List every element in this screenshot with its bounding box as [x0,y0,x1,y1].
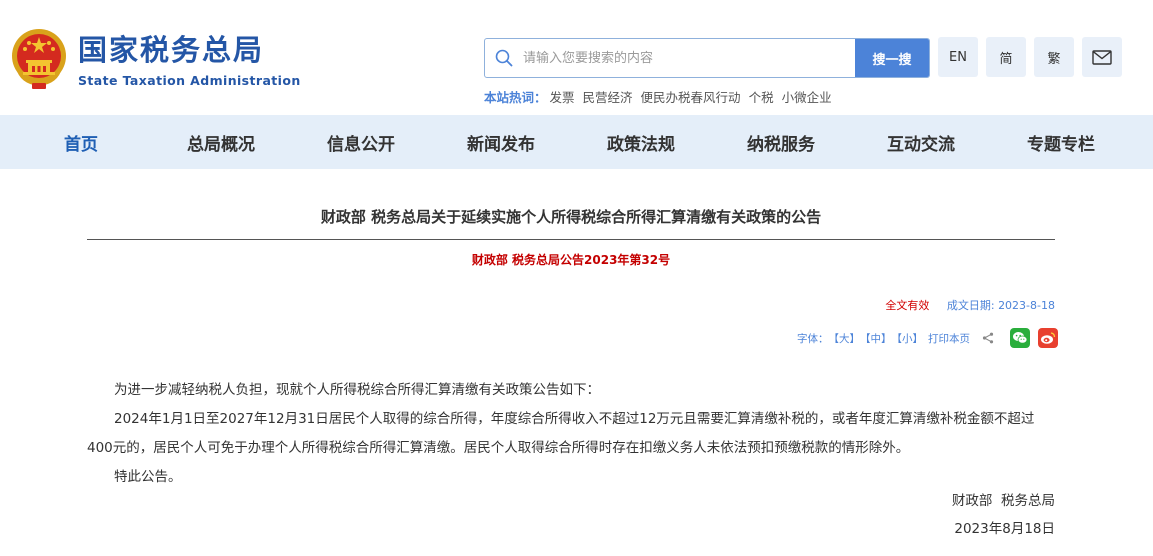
nav-home[interactable]: 首页 [21,115,141,169]
weibo-share-button[interactable] [1038,328,1058,348]
search-icon [495,49,513,67]
font-medium-button[interactable]: 【中】 [860,331,892,346]
document-number: 财政部 税务总局公告2023年第32号 [471,253,671,267]
nav-news[interactable]: 新闻发布 [441,115,561,169]
print-button[interactable]: 打印本页 [928,331,970,346]
hot-word-link[interactable]: 民营经济 [583,90,633,106]
site-name-en[interactable]: State Taxation Administration [78,73,301,89]
title-divider [87,239,1055,240]
nav-policies[interactable]: 政策法规 [581,115,701,169]
signatory: 财政部 税务总局 [951,493,1055,509]
wechat-share-button[interactable] [1010,328,1030,348]
wechat-icon [1013,332,1028,344]
article-body: 为进一步减轻纳税人负担，现就个人所得税综合所得汇算清缴有关政策公告如下： 202… [87,376,1055,492]
validity-status: 全文有效 [885,299,930,312]
font-large-button[interactable]: 【大】 [829,331,861,346]
article-title: 财政部 税务总局关于延续实施个人所得税综合所得汇算清缴有关政策的公告 [320,208,822,226]
weibo-icon [1041,332,1056,344]
date-label: 成文日期: [946,299,995,312]
article-tools: 字体： 【大】 【中】 【小】 打印本页 [797,327,1058,349]
mail-button[interactable] [1082,37,1122,77]
hot-word-link[interactable]: 便民办税春风行动 [641,90,741,106]
mail-icon [1092,49,1112,65]
site-name-cn[interactable]: 国家税务总局 [78,32,264,68]
nav-tax-service[interactable]: 纳税服务 [721,115,841,169]
hot-word-link[interactable]: 个税 [749,90,774,106]
nav-special-topics[interactable]: 专题专栏 [1001,115,1121,169]
hot-word-link[interactable]: 小微企业 [782,90,832,106]
share-icon[interactable] [982,332,994,344]
document-date: 2023-8-18 [998,299,1055,312]
sign-date: 2023年8月18日 [954,521,1055,537]
site-header: 国家税务总局 State Taxation Administration 搜一搜… [0,0,1153,115]
search-bar: 搜一搜 [484,38,930,78]
search-button[interactable]: 搜一搜 [855,39,929,77]
lang-simplified-button[interactable]: 简 [986,37,1026,77]
hot-words: 本站热词： 发票 民营经济 便民办税春风行动 个税 小微企业 [484,90,840,106]
search-input[interactable] [523,41,853,75]
main-nav: 首页 总局概况 信息公开 新闻发布 政策法规 纳税服务 互动交流 专题专栏 [0,115,1153,169]
lang-traditional-button[interactable]: 繁 [1034,37,1074,77]
hot-word-link[interactable]: 发票 [550,90,575,106]
font-size-label: 字体： [797,332,829,345]
article-meta: 全文有效 成文日期: 2023-8-18 [885,299,1055,313]
nav-interaction[interactable]: 互动交流 [861,115,981,169]
article-paragraph: 2024年1月1日至2027年12月31日居民个人取得的综合所得，年度综合所得收… [87,411,1035,456]
article-paragraph: 特此公告。 [114,469,182,485]
nav-overview[interactable]: 总局概况 [161,115,281,169]
article-paragraph: 为进一步减轻纳税人负担，现就个人所得税综合所得汇算清缴有关政策公告如下： [114,382,600,398]
nav-info-disclosure[interactable]: 信息公开 [301,115,421,169]
national-emblem-icon [12,29,66,89]
hot-words-label: 本站热词： [484,90,547,105]
lang-en-button[interactable]: EN [938,37,978,77]
font-small-button[interactable]: 【小】 [892,331,924,346]
